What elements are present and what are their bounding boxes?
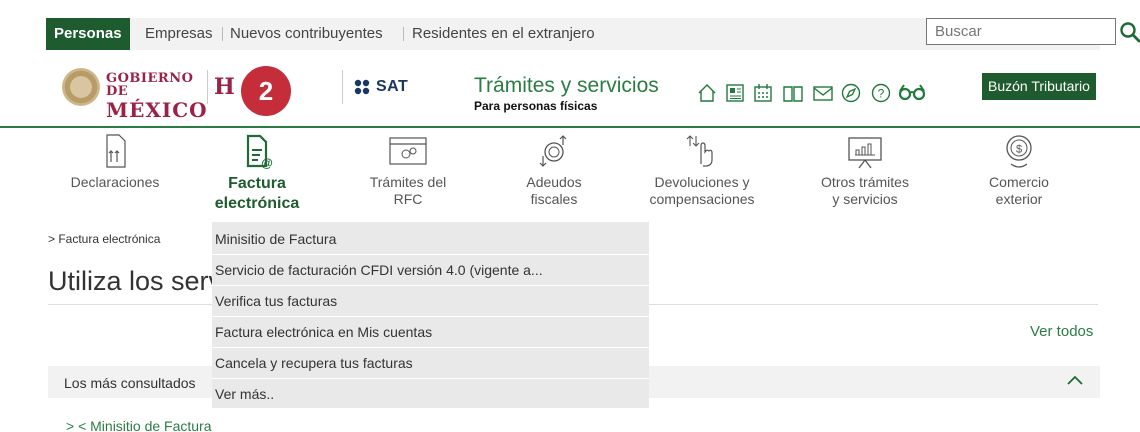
- help-icon[interactable]: ?: [870, 82, 892, 104]
- mas-consultados-label: Los más consultados: [64, 375, 196, 391]
- header-divider: [207, 70, 208, 104]
- section-subtitle: Para personas físicas: [474, 99, 598, 113]
- category-label: electrónica: [214, 195, 300, 212]
- search-input[interactable]: [926, 18, 1116, 45]
- category-label: Declaraciones: [70, 174, 160, 190]
- sat-mark-icon: [354, 79, 370, 95]
- tab-nuevos-contribuyentes[interactable]: Nuevos contribuyentes: [230, 18, 383, 50]
- category-tramites-rfc[interactable]: Trámites del RFC: [358, 132, 458, 208]
- section-title[interactable]: Trámites y servicios: [474, 74, 659, 98]
- home-icon[interactable]: [696, 82, 718, 104]
- devoluciones-icon: [686, 135, 713, 167]
- rfc-icon: [389, 137, 427, 165]
- search-icon[interactable]: [1118, 20, 1140, 44]
- category-label: Devoluciones y: [654, 174, 750, 190]
- header-rule: [0, 126, 1140, 128]
- comercio-icon: $: [1006, 135, 1032, 168]
- nav-divider: [222, 27, 223, 41]
- header-divider: [342, 70, 343, 104]
- category-declaraciones[interactable]: Declaraciones: [65, 132, 165, 191]
- gob-line1: GOBIERNO DE: [106, 71, 194, 99]
- seal-icon: [62, 68, 100, 106]
- menu-divider: [212, 378, 649, 379]
- ver-todos-link[interactable]: Ver todos: [1030, 323, 1093, 340]
- page-title: Utiliza los serv: [48, 266, 223, 296]
- category-label: Otros trámites: [821, 174, 909, 190]
- menu-item-mis-cuentas[interactable]: Factura electrónica en Mis cuentas: [215, 324, 432, 340]
- otros-icon: [848, 137, 882, 169]
- gob-line2: MÉXICO: [106, 98, 208, 122]
- factura-icon: @: [246, 134, 273, 170]
- adeudos-icon: [539, 135, 567, 167]
- category-devoluciones[interactable]: Devoluciones y compensaciones: [642, 132, 762, 208]
- category-label: fiscales: [530, 191, 578, 207]
- newspaper-icon[interactable]: [724, 82, 746, 104]
- compass-icon[interactable]: [840, 82, 862, 104]
- mail-icon[interactable]: [812, 82, 834, 104]
- category-label: Trámites del: [369, 174, 447, 190]
- svg-text:$: $: [1016, 144, 1022, 156]
- menu-item-verifica[interactable]: Verifica tus facturas: [215, 293, 337, 309]
- nav-divider: [403, 27, 404, 41]
- category-label: Comercio: [989, 174, 1049, 190]
- svg-text:?: ?: [878, 87, 885, 101]
- top-nav: Personas Empresas Nuevos contribuyentes …: [46, 18, 1140, 50]
- menu-divider: [212, 254, 649, 255]
- sat-text: SAT: [376, 78, 409, 95]
- list-item[interactable]: > < Minisitio de Factura: [66, 418, 212, 432]
- declaraciones-icon: [106, 134, 126, 168]
- category-label: Adeudos: [526, 174, 582, 190]
- glasses-icon[interactable]: [898, 81, 926, 103]
- menu-divider: [212, 347, 649, 348]
- menu-item-minisitio[interactable]: Minisitio de Factura: [215, 231, 336, 247]
- breadcrumb[interactable]: > Factura electrónica: [48, 232, 160, 246]
- calendar-icon[interactable]: [752, 82, 774, 104]
- category-otros-tramites[interactable]: Otros trámites y servicios: [810, 132, 920, 208]
- category-label: exterior: [995, 191, 1043, 207]
- menu-divider: [212, 316, 649, 317]
- tab-empresas[interactable]: Empresas: [145, 18, 213, 50]
- category-label: y servicios: [832, 191, 898, 207]
- buzon-tributario-button[interactable]: Buzón Tributario: [982, 73, 1096, 100]
- step-badge: 2: [241, 66, 291, 116]
- chevron-up-icon[interactable]: [1066, 374, 1084, 386]
- tab-personas[interactable]: Personas: [46, 18, 130, 50]
- menu-item-cancela[interactable]: Cancela y recupera tus facturas: [215, 355, 413, 371]
- category-adeudos-fiscales[interactable]: Adeudos fiscales: [504, 132, 604, 208]
- svg-text:@: @: [261, 156, 273, 170]
- tab-residentes-extranjero[interactable]: Residentes en el extranjero: [412, 18, 595, 50]
- category-comercio-exterior[interactable]: $ Comercio exterior: [969, 132, 1069, 208]
- category-label: RFC: [393, 191, 423, 207]
- book-icon[interactable]: [782, 82, 804, 104]
- factura-dropdown-menu: Minisitio de Factura Servicio de factura…: [212, 222, 649, 408]
- category-label: Factura: [228, 175, 286, 192]
- category-label: compensaciones: [649, 191, 755, 207]
- hacienda-left: H: [214, 74, 235, 100]
- category-factura-electronica[interactable]: @ Factura electrónica: [202, 132, 312, 214]
- menu-item-cfdi[interactable]: Servicio de facturación CFDI versión 4.0…: [215, 262, 543, 278]
- menu-divider: [212, 285, 649, 286]
- menu-item-ver-mas[interactable]: Ver más..: [215, 386, 274, 402]
- gobierno-mexico-logo[interactable]: GOBIERNO DE MÉXICO: [62, 68, 207, 120]
